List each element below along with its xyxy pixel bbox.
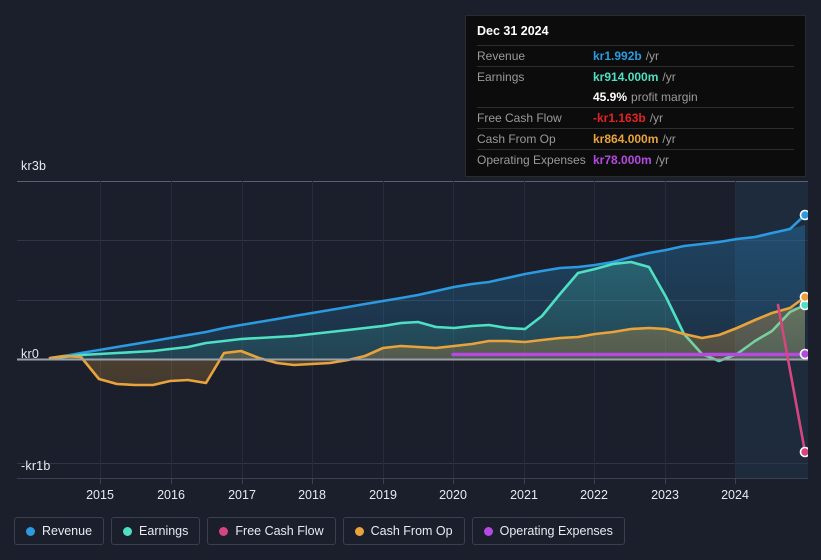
chart-plot-area [17,181,808,478]
tooltip-unit-cash-from-op: /yr [662,132,676,146]
tooltip-value-earnings: kr914.000m [593,70,659,84]
x-axis-tick-2017: 2017 [228,488,256,502]
tooltip-label-cash-from-op: Cash From Op [477,132,556,146]
legend-item-operating-expenses[interactable]: Operating Expenses [471,517,625,545]
tooltip-row-profit-margin: 45.9% profit margin [477,87,794,107]
x-axis-tick-2023: 2023 [651,488,679,502]
legend-item-free-cash-flow[interactable]: Free Cash Flow [207,517,336,545]
tooltip-label-free-cash-flow: Free Cash Flow [477,111,562,125]
tooltip-value-free-cash-flow: -kr1.163b [593,111,646,125]
legend-dot-cash-from-op-icon [354,526,364,536]
chart-tooltip: Dec 31 2024 Revenue kr1.992b /yr Earning… [465,15,806,177]
tooltip-unit-operating-expenses: /yr [655,153,670,167]
legend-item-earnings[interactable]: Earnings [111,517,201,545]
x-axis-tick-2022: 2022 [580,488,608,502]
endpoint-operating-expenses [799,348,808,360]
chart-svg [17,181,808,478]
endpoint-cash-from-op [799,291,808,303]
legend-label-operating-expenses: Operating Expenses [499,524,613,538]
y-axis-label-zero: kr0 [21,347,39,361]
tooltip-value-cash-from-op: kr864.000m [593,132,659,146]
endpoint-revenue [799,209,808,221]
tooltip-row-earnings: Earnings kr914.000m /yr [477,66,794,87]
legend-label-cash-from-op: Cash From Op [370,524,453,538]
tooltip-row-revenue: Revenue kr1.992b /yr [477,45,794,66]
y-axis-label-top: kr3b [21,159,47,173]
tooltip-label-revenue: Revenue [477,49,526,63]
financial-chart-screenshot: kr3b kr0 -kr1b 2015 2016 2017 2018 2019 … [0,0,821,560]
legend-dot-revenue-icon [26,526,35,536]
legend-dot-earnings-icon [123,526,133,536]
tooltip-value-revenue: kr1.992b [593,49,642,63]
x-axis: 2015 2016 2017 2018 2019 2020 2021 2022 … [0,478,821,506]
tooltip-label-operating-expenses: Operating Expenses [477,153,586,167]
legend-dot-operating-expenses-icon [483,526,493,536]
tooltip-unit-free-cash-flow: /yr [649,111,664,125]
tooltip-date: Dec 31 2024 [477,24,549,38]
legend-label-earnings: Earnings [139,524,189,538]
tooltip-row-cash-from-op: Cash From Op kr864.000m /yr [477,128,794,149]
tooltip-unit-profit-margin: profit margin [631,90,698,104]
legend-item-cash-from-op[interactable]: Cash From Op [342,517,465,545]
y-axis-label-bottom: -kr1b [21,459,51,473]
x-axis-tick-2020: 2020 [439,488,467,502]
tooltip-label-earnings: Earnings [477,70,525,84]
tooltip-value-operating-expenses: kr78.000m [593,153,652,167]
tooltip-row-free-cash-flow: Free Cash Flow -kr1.163b /yr [477,107,794,128]
x-axis-tick-2024: 2024 [721,488,749,502]
x-axis-tick-2021: 2021 [510,488,538,502]
tooltip-value-profit-margin: 45.9% [593,90,628,104]
legend-label-revenue: Revenue [42,524,93,538]
legend-item-revenue[interactable]: Revenue [14,517,105,545]
legend-label-free-cash-flow: Free Cash Flow [235,524,324,538]
chart-legend: Revenue Earnings Free Cash Flow Cash Fro… [14,517,625,545]
tooltip-unit-earnings: /yr [662,70,676,84]
x-axis-tick-2015: 2015 [86,488,114,502]
legend-dot-free-cash-flow-icon [219,526,229,536]
tooltip-unit-revenue: /yr [645,49,660,63]
endpoint-free-cash-flow [799,446,808,458]
x-axis-tick-2018: 2018 [298,488,326,502]
tooltip-row-operating-expenses: Operating Expenses kr78.000m /yr [477,149,794,170]
x-axis-tick-2016: 2016 [157,488,185,502]
x-axis-tick-2019: 2019 [369,488,397,502]
